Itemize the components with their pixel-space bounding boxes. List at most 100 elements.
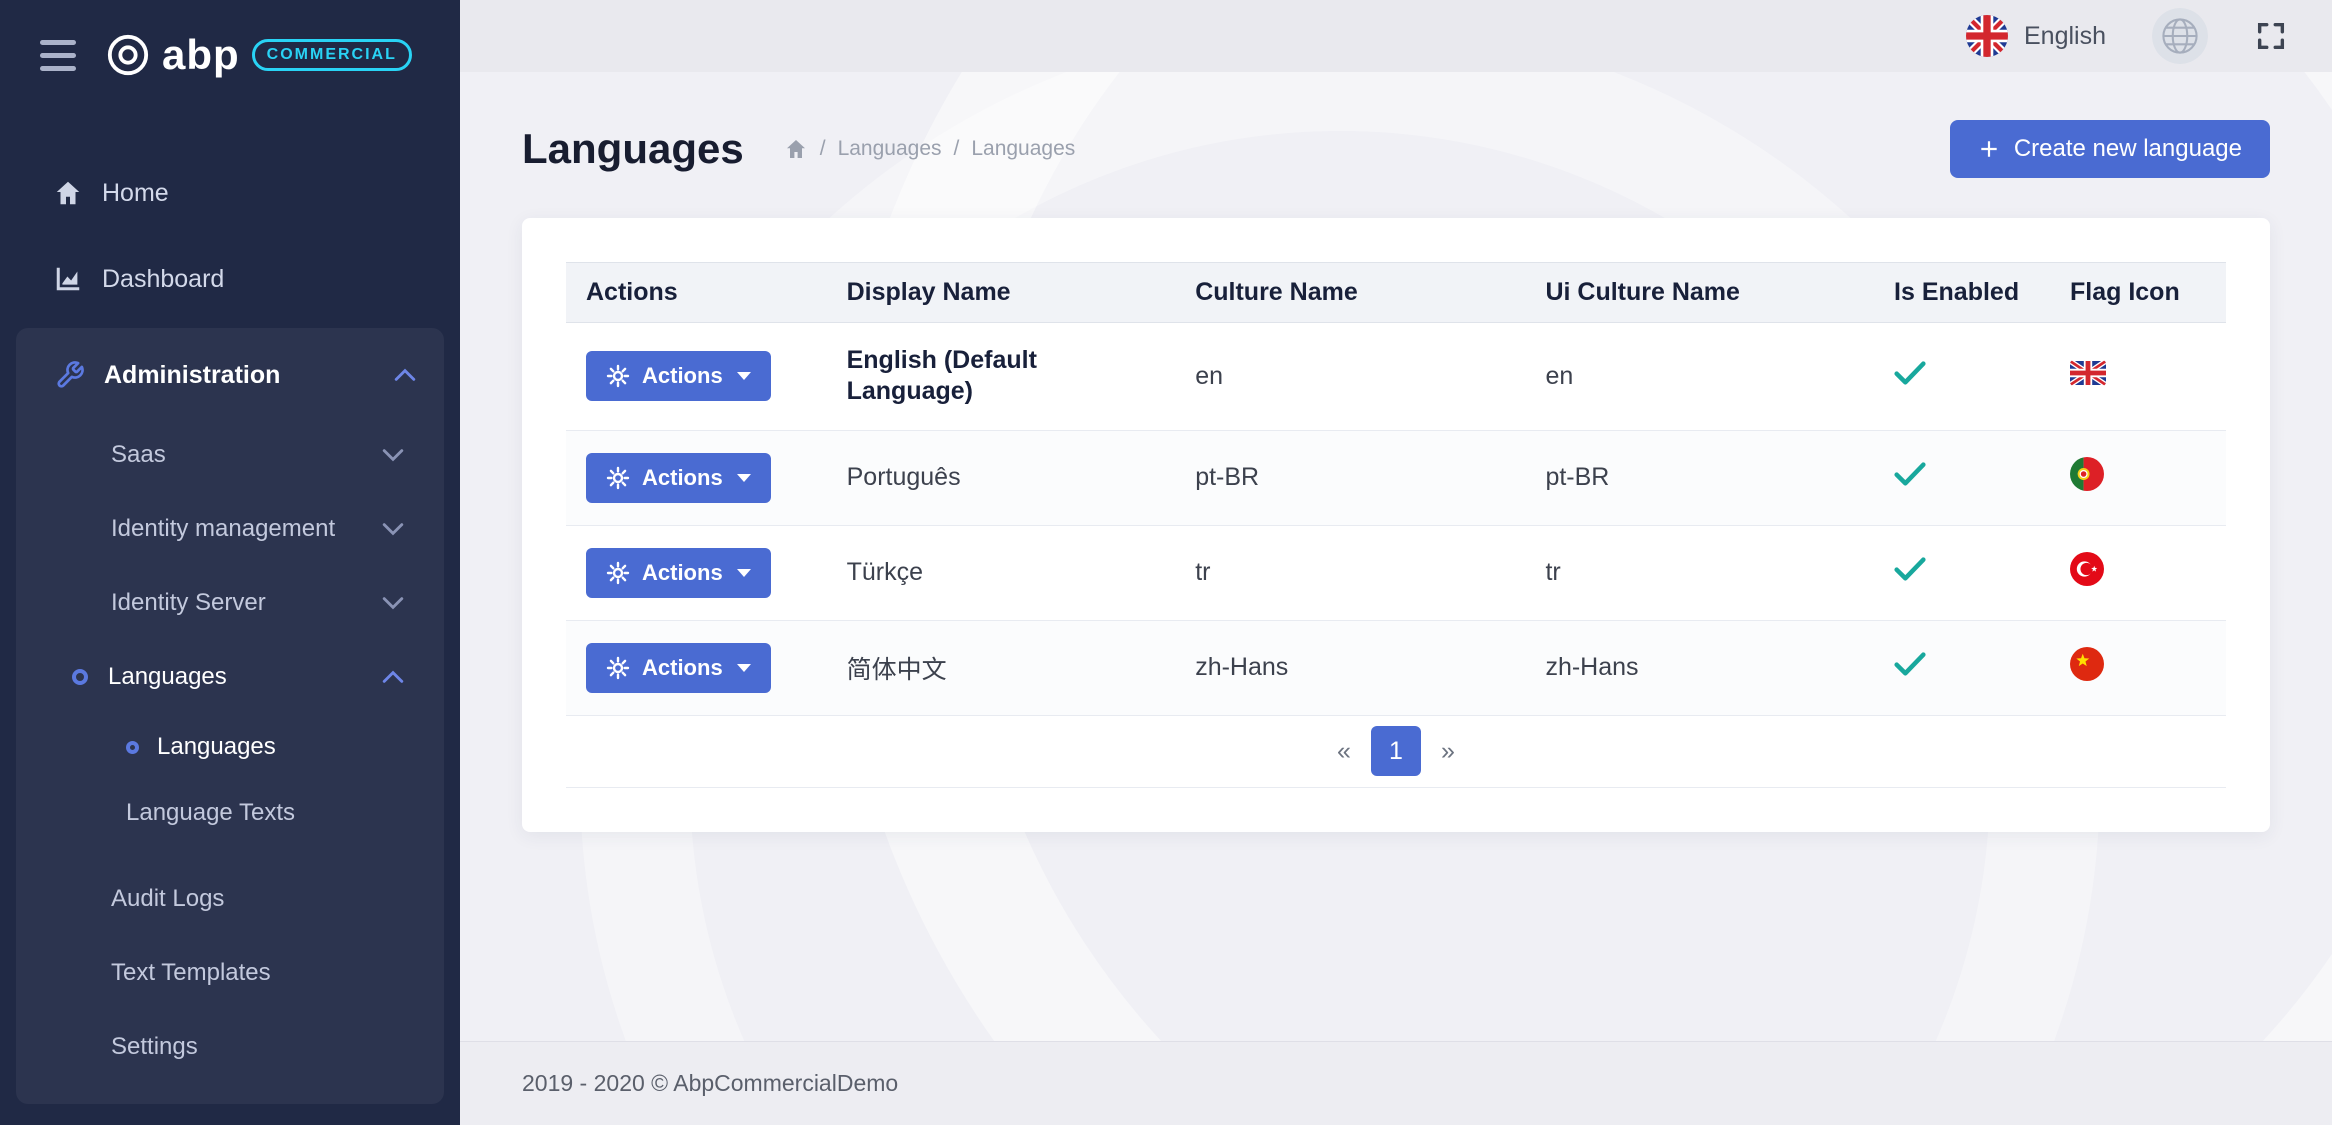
home-icon[interactable] bbox=[784, 137, 808, 161]
sidebar-item-label: Identity management bbox=[111, 515, 335, 543]
row-actions-button[interactable]: Actions bbox=[586, 351, 771, 401]
app-root: abp COMMERCIAL Home Dashboard bbox=[0, 0, 2332, 1125]
circle-icon bbox=[72, 669, 88, 685]
flag-tr-icon bbox=[2070, 552, 2104, 586]
column-header-is-enabled: Is Enabled bbox=[1874, 263, 2050, 323]
sidebar-item-label: Settings bbox=[111, 1033, 198, 1061]
abp-logo-icon bbox=[106, 33, 150, 77]
sidebar-item-audit-logs[interactable]: Audit Logs bbox=[16, 862, 444, 936]
breadcrumb-separator: / bbox=[820, 137, 826, 161]
flag-gb-icon bbox=[2070, 360, 2106, 386]
sidebar-item-identity-server[interactable]: Identity Server bbox=[16, 566, 444, 640]
actions-button-label: Actions bbox=[642, 363, 723, 389]
pagination: « 1 » bbox=[566, 716, 2226, 788]
flag-gb-icon bbox=[1966, 15, 2008, 57]
sidebar-item-languages[interactable]: Languages bbox=[16, 714, 444, 780]
actions-button-label: Actions bbox=[642, 655, 723, 681]
breadcrumb-item[interactable]: Languages bbox=[971, 137, 1075, 161]
sidebar-item-home[interactable]: Home bbox=[0, 150, 460, 236]
display-name-cell: Português bbox=[827, 430, 1176, 525]
ui-culture-name-cell: en bbox=[1525, 323, 1874, 431]
caret-down-icon bbox=[737, 664, 751, 672]
sidebar-item-label: Saas bbox=[111, 441, 166, 469]
row-actions-button[interactable]: Actions bbox=[586, 548, 771, 598]
logo-commercial-badge: COMMERCIAL bbox=[252, 39, 412, 71]
sidebar-item-label: Home bbox=[102, 179, 169, 208]
culture-name-cell: pt-BR bbox=[1175, 430, 1525, 525]
gear-icon bbox=[606, 364, 630, 388]
ui-culture-name-cell: pt-BR bbox=[1525, 430, 1874, 525]
languages-table: Actions Display Name Culture Name Ui Cul… bbox=[566, 262, 2226, 716]
home-icon bbox=[48, 178, 88, 208]
gear-icon bbox=[606, 561, 630, 585]
sidebar-item-text-templates[interactable]: Text Templates bbox=[16, 936, 444, 1010]
language-label: English bbox=[2024, 22, 2106, 51]
display-name-cell: English (Default Language) bbox=[847, 345, 1097, 408]
plus-icon bbox=[1978, 138, 2000, 160]
chevron-up-icon bbox=[382, 670, 404, 684]
sidebar-item-saas[interactable]: Saas bbox=[16, 418, 444, 492]
chevron-down-icon bbox=[382, 596, 404, 610]
column-header-display-name: Display Name bbox=[827, 263, 1176, 323]
sidebar: abp COMMERCIAL Home Dashboard bbox=[0, 0, 460, 1125]
sidebar-item-language-texts[interactable]: Language Texts bbox=[16, 780, 444, 846]
fullscreen-icon[interactable] bbox=[2254, 19, 2288, 53]
flag-pt-icon bbox=[2070, 457, 2104, 491]
page-content: Languages / Languages / Languages Create… bbox=[460, 72, 2332, 1041]
sidebar-item-administration[interactable]: Administration bbox=[16, 332, 444, 418]
sidebar-item-label: Language Texts bbox=[126, 799, 295, 827]
display-name-cell: 简体中文 bbox=[827, 620, 1176, 715]
language-switcher[interactable]: English bbox=[1966, 15, 2106, 57]
check-icon bbox=[1894, 651, 1926, 677]
sidebar-item-settings[interactable]: Settings bbox=[16, 1010, 444, 1084]
create-new-language-button[interactable]: Create new language bbox=[1950, 120, 2270, 178]
chevron-down-icon bbox=[382, 448, 404, 462]
create-button-label: Create new language bbox=[2014, 135, 2242, 163]
breadcrumb: / Languages / Languages bbox=[784, 137, 1076, 161]
abp-logo[interactable]: abp COMMERCIAL bbox=[106, 31, 412, 79]
languages-card: Actions Display Name Culture Name Ui Cul… bbox=[522, 218, 2270, 832]
user-avatar[interactable] bbox=[2152, 8, 2208, 64]
breadcrumb-item[interactable]: Languages bbox=[838, 137, 942, 161]
sidebar-header: abp COMMERCIAL bbox=[0, 0, 460, 110]
table-row: Actions English (Default Language) en en bbox=[566, 323, 2226, 431]
row-actions-button[interactable]: Actions bbox=[586, 453, 771, 503]
culture-name-cell: tr bbox=[1175, 525, 1525, 620]
column-header-flag-icon: Flag Icon bbox=[2050, 263, 2226, 323]
table-row: Actions Türkçe tr tr bbox=[566, 525, 2226, 620]
gear-icon bbox=[606, 466, 630, 490]
pagination-prev-button[interactable]: « bbox=[1319, 726, 1369, 776]
caret-down-icon bbox=[737, 474, 751, 482]
column-header-ui-culture-name: Ui Culture Name bbox=[1525, 263, 1874, 323]
pagination-page-1-button[interactable]: 1 bbox=[1371, 726, 1421, 776]
sidebar-item-label: Administration bbox=[104, 361, 280, 390]
chevron-up-icon bbox=[394, 368, 416, 382]
page-header: Languages / Languages / Languages Create… bbox=[522, 120, 2270, 178]
pagination-next-button[interactable]: » bbox=[1423, 726, 1473, 776]
wrench-icon bbox=[50, 360, 90, 390]
caret-down-icon bbox=[737, 372, 751, 380]
ui-culture-name-cell: zh-Hans bbox=[1525, 620, 1874, 715]
sidebar-item-languages-parent[interactable]: Languages bbox=[16, 640, 444, 714]
flag-cn-icon bbox=[2070, 647, 2104, 681]
check-icon bbox=[1894, 556, 1926, 582]
main-area: English Languages / Languages / Lang bbox=[460, 0, 2332, 1125]
row-actions-button[interactable]: Actions bbox=[586, 643, 771, 693]
culture-name-cell: zh-Hans bbox=[1175, 620, 1525, 715]
table-row: Actions 简体中文 zh-Hans zh-Hans bbox=[566, 620, 2226, 715]
column-header-culture-name: Culture Name bbox=[1175, 263, 1525, 323]
chevron-down-icon bbox=[382, 522, 404, 536]
footer: 2019 - 2020 © AbpCommercialDemo bbox=[460, 1041, 2332, 1125]
sidebar-item-label: Text Templates bbox=[111, 959, 271, 987]
sidebar-item-dashboard[interactable]: Dashboard bbox=[0, 236, 460, 322]
column-header-actions: Actions bbox=[566, 263, 827, 323]
dot-icon bbox=[126, 741, 139, 754]
breadcrumb-separator: / bbox=[954, 137, 960, 161]
page-title: Languages bbox=[522, 125, 744, 173]
sidebar-item-label: Dashboard bbox=[102, 265, 224, 294]
sidebar-item-label: Languages bbox=[108, 663, 227, 691]
sidebar-item-identity-management[interactable]: Identity management bbox=[16, 492, 444, 566]
display-name-cell: Türkçe bbox=[827, 525, 1176, 620]
topbar: English bbox=[460, 0, 2332, 72]
menu-toggle-icon[interactable] bbox=[40, 40, 76, 71]
